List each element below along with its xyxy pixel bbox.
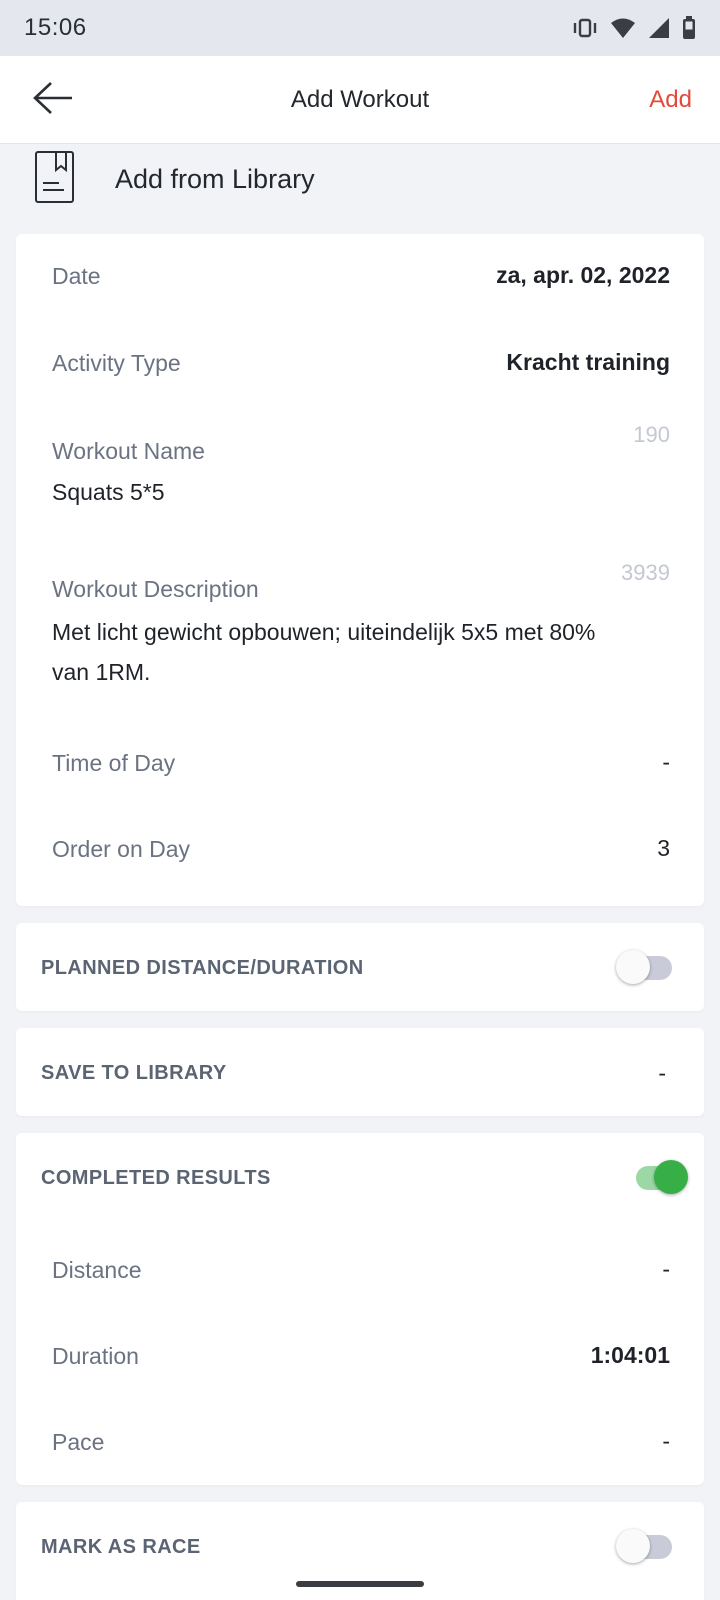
page-title: Add Workout	[290, 86, 430, 113]
status-time: 15:06	[24, 14, 87, 41]
battery-icon	[682, 16, 696, 40]
workout-name-label: Workout Name	[52, 438, 205, 464]
status-bar: 15:06	[0, 0, 720, 56]
duration-row[interactable]: Duration 1:04:01	[52, 1341, 670, 1371]
activity-type-value: Kracht training	[506, 349, 670, 375]
add-button[interactable]: Add	[649, 86, 692, 114]
workout-details-card: Date za, apr. 02, 2022 Activity Type Kra…	[16, 234, 704, 906]
signal-icon	[648, 17, 670, 39]
order-on-day-label: Order on Day	[52, 836, 191, 862]
save-to-library-value: -	[658, 1060, 666, 1086]
vibrate-icon	[572, 17, 598, 39]
time-of-day-row[interactable]: Time of Day -	[52, 748, 670, 778]
time-of-day-value: -	[662, 749, 670, 775]
document-bookmark-icon	[34, 150, 76, 209]
pace-value: -	[662, 1428, 670, 1454]
toggle-knob	[616, 1529, 650, 1563]
workout-name-input[interactable]: Squats 5*5	[52, 472, 165, 512]
workout-description-counter: 3939	[621, 560, 670, 585]
workout-description-input[interactable]: Met licht gewicht opbouwen; uiteindelijk…	[52, 612, 670, 692]
mark-as-race-toggle[interactable]	[614, 1526, 678, 1566]
activity-type-row[interactable]: Activity Type Kracht training	[52, 348, 670, 378]
completed-results-label: COMPLETED RESULTS	[41, 1167, 271, 1189]
add-from-library-button[interactable]: Add from Library	[0, 146, 720, 226]
planned-distance-toggle[interactable]	[614, 947, 678, 987]
duration-value: 1:04:01	[590, 1342, 670, 1368]
completed-results-toggle[interactable]	[624, 1157, 688, 1197]
toggle-knob	[616, 950, 650, 984]
date-row[interactable]: Date za, apr. 02, 2022	[52, 261, 670, 291]
completed-results-card: COMPLETED RESULTS Distance - Duration 1:…	[16, 1133, 704, 1485]
time-of-day-label: Time of Day	[52, 750, 176, 776]
description-line-2: van 1RM.	[52, 659, 151, 685]
order-on-day-row[interactable]: Order on Day 3	[52, 834, 670, 864]
save-to-library-card[interactable]: SAVE TO LIBRARY -	[16, 1028, 704, 1116]
pace-label: Pace	[52, 1429, 105, 1455]
workout-name-counter: 190	[633, 422, 670, 447]
mark-as-race-label: MARK AS RACE	[41, 1536, 201, 1558]
workout-description-label: Workout Description	[52, 576, 259, 602]
duration-label: Duration	[52, 1343, 139, 1369]
planned-distance-label: PLANNED DISTANCE/DURATION	[41, 957, 364, 979]
add-from-library-label: Add from Library	[115, 164, 315, 194]
gesture-bar[interactable]	[296, 1581, 424, 1587]
order-on-day-value: 3	[657, 835, 670, 861]
planned-distance-card: PLANNED DISTANCE/DURATION	[16, 923, 704, 1011]
toggle-knob	[654, 1160, 688, 1194]
app-bar: Add Workout Add	[0, 56, 720, 144]
workout-name-field[interactable]: 190 Workout Name Squats 5*5	[52, 422, 670, 512]
distance-value: -	[662, 1256, 670, 1282]
save-to-library-label: SAVE TO LIBRARY	[41, 1062, 227, 1084]
distance-row[interactable]: Distance -	[52, 1255, 670, 1285]
pace-row[interactable]: Pace -	[52, 1427, 670, 1457]
date-label: Date	[52, 263, 101, 289]
activity-type-label: Activity Type	[52, 350, 181, 376]
distance-label: Distance	[52, 1257, 142, 1283]
status-icons	[572, 16, 696, 40]
wifi-icon	[610, 17, 636, 39]
workout-description-field[interactable]: 3939 Workout Description Met licht gewic…	[52, 560, 670, 690]
date-value: za, apr. 02, 2022	[496, 262, 670, 288]
description-line-1: Met licht gewicht opbouwen; uiteindelijk…	[52, 619, 596, 645]
